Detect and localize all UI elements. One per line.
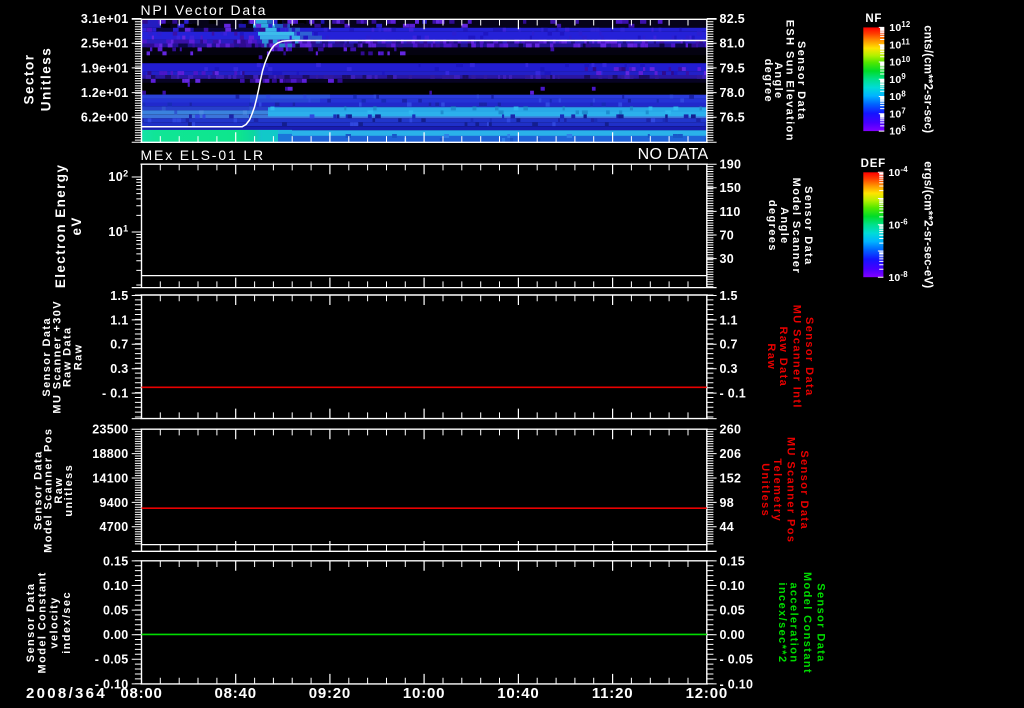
svg-text:Sector: Sector [22, 53, 37, 104]
svg-text:4700: 4700 [99, 520, 128, 534]
svg-text:unitless: unitless [63, 464, 75, 517]
svg-text:Raw: Raw [72, 343, 84, 370]
svg-text:- 0.10: - 0.10 [720, 677, 754, 691]
svg-text:Sensor Data: Sensor Data [25, 583, 37, 663]
svg-text:0.15: 0.15 [103, 554, 129, 568]
svg-text:- 0.05: - 0.05 [95, 653, 129, 667]
svg-text:260: 260 [720, 423, 742, 437]
svg-text:190: 190 [720, 158, 742, 172]
svg-text:Model Constant: Model Constant [37, 571, 49, 673]
svg-text:Sensor Data: Sensor Data [802, 186, 814, 266]
svg-text:0.00: 0.00 [103, 628, 129, 642]
svg-text:velocity: velocity [48, 596, 60, 648]
svg-text:81.0: 81.0 [720, 37, 746, 51]
svg-text:98: 98 [720, 496, 735, 510]
svg-text:Raw Data: Raw Data [777, 326, 789, 387]
svg-text:11:20: 11:20 [592, 685, 634, 702]
svg-text:0.3: 0.3 [720, 362, 738, 376]
svg-text:Sensor Data: Sensor Data [795, 41, 807, 121]
svg-text:44: 44 [720, 520, 735, 534]
svg-text:10:40: 10:40 [497, 685, 539, 702]
svg-text:cnts/(cm**2-sr-sec): cnts/(cm**2-sr-sec) [921, 25, 933, 133]
svg-text:79.5: 79.5 [720, 61, 746, 75]
svg-text:30: 30 [720, 252, 735, 266]
svg-text:1.5: 1.5 [720, 289, 738, 303]
svg-text:152: 152 [720, 471, 742, 485]
svg-text:- 0.1: - 0.1 [720, 387, 747, 401]
svg-text:Sensor Data: Sensor Data [814, 583, 826, 663]
svg-text:110: 110 [720, 205, 741, 219]
svg-text:NF: NF [865, 13, 882, 25]
svg-text:0.3: 0.3 [110, 362, 128, 376]
svg-text:0.05: 0.05 [720, 604, 746, 618]
svg-text:DEF: DEF [861, 158, 886, 170]
svg-text:Unitless: Unitless [39, 47, 54, 112]
svg-text:incex/sec**2: incex/sec**2 [776, 582, 788, 663]
svg-text:ergs/(cm**2-sr-sec-eV): ergs/(cm**2-sr-sec-eV) [921, 161, 933, 288]
svg-text:6.2e+00: 6.2e+00 [81, 111, 129, 125]
svg-text:Raw: Raw [765, 343, 777, 370]
svg-text:0.05: 0.05 [103, 604, 129, 618]
svg-text:MU Scanner Pos: MU Scanner Pos [785, 437, 797, 543]
svg-text:0.00: 0.00 [720, 628, 746, 642]
svg-text:Model Constant: Model Constant [801, 572, 813, 674]
svg-text:Telemetry: Telemetry [771, 458, 783, 522]
svg-text:1.9e+01: 1.9e+01 [81, 61, 129, 75]
svg-text:0.15: 0.15 [720, 554, 746, 568]
svg-text:10:00: 10:00 [403, 685, 445, 702]
svg-text:index/sec: index/sec [61, 591, 73, 654]
svg-text:acceleration: acceleration [788, 582, 800, 663]
svg-text:150: 150 [720, 181, 742, 195]
svg-text:- 0.10: - 0.10 [95, 677, 129, 691]
svg-text:0.10: 0.10 [103, 579, 129, 593]
svg-text:Sensor Data: Sensor Data [798, 450, 810, 530]
svg-text:MU Scanner Intl: MU Scanner Intl [790, 305, 802, 409]
svg-text:NO DATA: NO DATA [638, 146, 709, 163]
svg-text:Sensor Data: Sensor Data [803, 317, 815, 397]
svg-text:Angle: Angle [778, 207, 790, 245]
svg-text:ESH Sun Elevation: ESH Sun Elevation [783, 20, 795, 142]
svg-text:1.2e+01: 1.2e+01 [81, 86, 129, 100]
svg-text:NPI Vector Data: NPI Vector Data [141, 2, 268, 18]
svg-text:08:40: 08:40 [215, 685, 257, 702]
svg-text:14100: 14100 [92, 471, 128, 485]
svg-text:2.5e+01: 2.5e+01 [81, 37, 129, 51]
svg-text:degree: degree [762, 59, 774, 103]
svg-text:82.5: 82.5 [720, 12, 746, 26]
svg-text:Model Scanner: Model Scanner [790, 178, 802, 274]
svg-text:0.10: 0.10 [720, 579, 746, 593]
svg-text:206: 206 [720, 447, 742, 461]
svg-text:78.0: 78.0 [720, 86, 746, 100]
svg-text:70: 70 [720, 228, 735, 242]
svg-text:MEx ELS-01 LR: MEx ELS-01 LR [141, 147, 265, 163]
svg-text:0.7: 0.7 [110, 338, 128, 352]
svg-text:76.5: 76.5 [720, 111, 746, 125]
svg-text:Electron Energy: Electron Energy [53, 164, 68, 289]
svg-text:1.5: 1.5 [110, 289, 128, 303]
svg-text:1.1: 1.1 [110, 313, 128, 327]
svg-text:- 0.05: - 0.05 [720, 653, 754, 667]
svg-text:3.1e+01: 3.1e+01 [81, 12, 129, 26]
svg-text:- 0.1: - 0.1 [102, 387, 129, 401]
svg-text:1.1: 1.1 [720, 313, 738, 327]
svg-text:eV: eV [69, 216, 84, 235]
svg-text:18800: 18800 [92, 447, 128, 461]
svg-text:degrees: degrees [766, 200, 778, 252]
svg-text:9400: 9400 [99, 496, 128, 510]
svg-text:Unitless: Unitless [759, 463, 771, 517]
svg-text:09:20: 09:20 [309, 685, 351, 702]
svg-text:0.7: 0.7 [720, 338, 738, 352]
svg-text:23500: 23500 [92, 423, 128, 437]
